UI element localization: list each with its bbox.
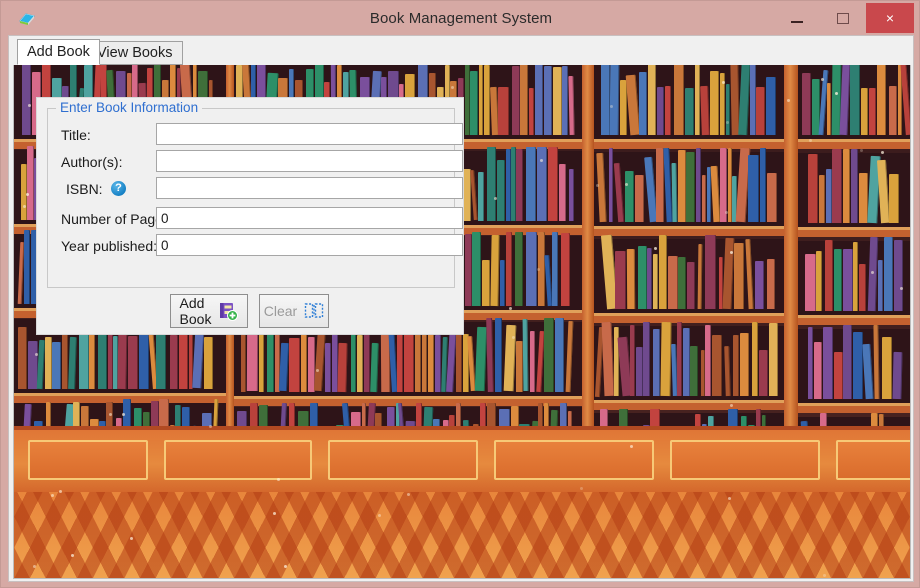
minimize-icon	[791, 20, 803, 23]
add-book-button-label: Add Book	[179, 295, 212, 327]
year-published-input[interactable]	[156, 234, 463, 256]
clear-button-label: Clear	[263, 303, 298, 319]
title-bar: Book Management System ×	[8, 3, 914, 35]
add-book-form-panel: Enter Book Information Title: Author(s):…	[36, 97, 464, 335]
title-label: Title:	[61, 127, 91, 143]
clear-button[interactable]: Clear	[259, 294, 329, 328]
maximize-icon	[837, 12, 849, 24]
help-circle-icon[interactable]: ?	[111, 181, 126, 196]
tab-view-books[interactable]: View Books	[87, 41, 183, 65]
tab-add-book[interactable]: Add Book	[17, 39, 100, 65]
tab-page-add-book: Enter Book Information Title: Author(s):…	[13, 64, 911, 579]
number-of-pages-input[interactable]	[156, 207, 463, 229]
client-area: Add Book View Books Enter Book Informati…	[8, 35, 914, 582]
title-input[interactable]	[156, 123, 463, 145]
group-title-label: Enter Book Information	[56, 100, 203, 115]
authors-label: Author(s):	[61, 154, 123, 170]
window-controls: ×	[774, 3, 914, 33]
close-icon: ×	[885, 10, 895, 26]
book-add-icon	[218, 301, 239, 321]
add-book-button[interactable]: Add Book	[170, 294, 248, 328]
tab-strip: Add Book View Books	[9, 36, 913, 65]
isbn-input[interactable]	[156, 177, 463, 199]
tab-view-books-label: View Books	[97, 45, 173, 61]
minimize-button[interactable]	[774, 3, 820, 33]
library-floor	[14, 492, 910, 578]
clear-selection-icon	[304, 302, 324, 320]
wall-paneling	[14, 426, 910, 492]
application-window: Book Management System × Add Book View B…	[0, 0, 920, 588]
tab-add-book-label: Add Book	[27, 44, 90, 60]
close-button[interactable]: ×	[866, 3, 914, 33]
authors-input[interactable]	[156, 150, 463, 172]
year-published-label: Year published:	[61, 238, 158, 254]
isbn-label: ISBN:	[66, 181, 103, 197]
maximize-button[interactable]	[820, 3, 866, 33]
